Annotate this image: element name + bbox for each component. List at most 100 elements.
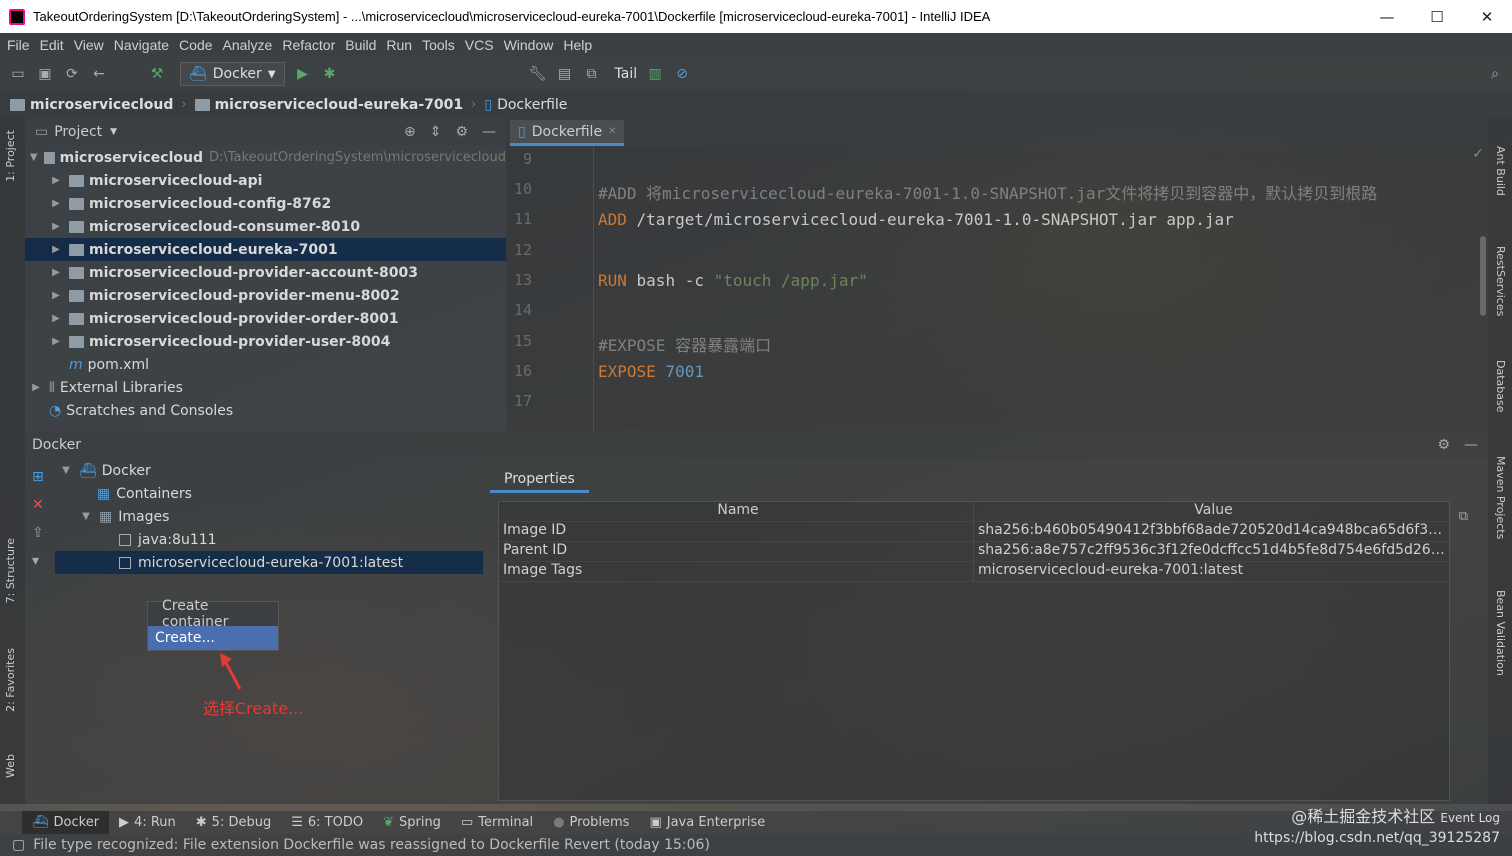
gear-icon[interactable]: ⚙ — [455, 124, 468, 140]
sync-icon[interactable]: ⟳ — [63, 65, 81, 83]
breadcrumb-item[interactable]: ▯ Dockerfile — [484, 97, 567, 113]
tab-problems[interactable]: ● Problems — [543, 811, 639, 834]
tree-root[interactable]: ▼ microservicecloud D:\TakeoutOrderingSy… — [25, 146, 506, 169]
code-line-13[interactable]: RUN bash -c "touch /app.jar" — [598, 271, 868, 290]
collapsed-arrow-icon[interactable]: ▶ — [49, 244, 63, 255]
editor-scrollbar[interactable] — [1480, 236, 1486, 316]
filter-icon[interactable]: ▾ — [32, 553, 39, 569]
menu-run[interactable]: Run — [383, 37, 419, 53]
collapsed-arrow-icon[interactable]: ▶ — [49, 313, 63, 324]
deploy-icon[interactable]: ⇪ — [32, 525, 44, 541]
tab-maven-projects[interactable]: Maven Projects — [1494, 456, 1507, 539]
docker-images[interactable]: ▼ ▦ Images — [55, 505, 483, 528]
expand-arrow-icon[interactable]: ▼ — [59, 465, 73, 476]
debug-icon[interactable]: ✱ — [321, 65, 339, 83]
collapsed-arrow-icon[interactable]: ▶ — [49, 221, 63, 232]
chevron-down-icon[interactable]: ▼ — [110, 127, 117, 137]
menu-window[interactable]: Window — [501, 37, 561, 53]
project-view-selector[interactable]: Project — [54, 124, 102, 140]
breadcrumb-item[interactable]: microservicecloud-eureka-7001 — [194, 97, 463, 113]
table-row[interactable]: Image ID sha256:b460b05490412f3bbf68ade7… — [499, 522, 1449, 542]
wrench-icon[interactable]: 🔧︎ — [529, 65, 547, 83]
minimize-button[interactable]: — — [1362, 0, 1412, 33]
tab-java-enterprise[interactable]: ▣ Java Enterprise — [639, 811, 775, 834]
table-row[interactable]: Parent ID sha256:a8e757c2ff9536c3f12fe0d… — [499, 542, 1449, 562]
hide-icon[interactable]: — — [482, 124, 496, 140]
column-header-value[interactable]: Value — [974, 502, 1449, 521]
code-line-16[interactable]: EXPOSE 7001 — [598, 362, 704, 381]
tab-web[interactable]: Web — [4, 754, 17, 778]
tab-rest-services[interactable]: RestServices — [1494, 246, 1507, 316]
save-icon[interactable]: ▣ — [36, 65, 54, 83]
event-log-button[interactable]: Event Log — [1440, 811, 1500, 825]
open-folder-icon[interactable]: ▭ — [9, 65, 27, 83]
collapsed-arrow-icon[interactable]: ▶ — [49, 198, 63, 209]
collapsed-arrow-icon[interactable]: ▶ — [49, 267, 63, 278]
tab-ant-build[interactable]: Ant Build — [1494, 146, 1507, 196]
docker-image-item[interactable]: java:8u111 — [55, 528, 483, 551]
docker-containers[interactable]: ▦ Containers — [55, 482, 483, 505]
menu-analyze[interactable]: Analyze — [220, 37, 280, 53]
code-line-10[interactable]: #ADD 将microservicecloud-eureka-7001-1.0-… — [598, 180, 1377, 204]
tree-module[interactable]: ▶ microservicecloud-consumer-8010 — [25, 215, 506, 238]
collapse-icon[interactable]: ⇕ — [430, 124, 442, 140]
menu-refactor[interactable]: Refactor — [279, 37, 342, 53]
sdk-icon[interactable]: ⧉ — [583, 65, 601, 83]
project-structure-icon[interactable]: ▤ — [556, 65, 574, 83]
tab-run[interactable]: ▶ 4: Run — [109, 811, 186, 834]
expand-arrow-icon[interactable]: ▼ — [29, 152, 38, 163]
menu-navigate[interactable]: Navigate — [111, 37, 176, 53]
menu-tools[interactable]: Tools — [419, 37, 462, 53]
add-connection-icon[interactable]: ⊞ — [32, 469, 44, 485]
menu-vcs[interactable]: VCS — [462, 37, 501, 53]
tree-module[interactable]: ▶ microservicecloud-config-8762 — [25, 192, 506, 215]
tab-database[interactable]: Database — [1494, 360, 1507, 413]
tree-module[interactable]: ▶ microservicecloud-provider-user-8004 — [25, 330, 506, 353]
docker-image-item-selected[interactable]: microservicecloud-eureka-7001:latest — [55, 551, 483, 574]
collapsed-arrow-icon[interactable]: ▶ — [49, 336, 63, 347]
search-icon[interactable]: ⌕ — [1486, 65, 1504, 83]
expand-arrow-icon[interactable]: ▼ — [79, 511, 93, 522]
tab-structure[interactable]: 7: Structure — [4, 538, 17, 603]
breadcrumb-item[interactable]: microservicecloud — [10, 97, 173, 113]
status-toggle-icon[interactable]: ▢ — [12, 837, 25, 853]
tab-todo[interactable]: ☰ 6: TODO — [281, 811, 373, 834]
tree-module[interactable]: ▶ microservicecloud-provider-account-8003 — [25, 261, 506, 284]
collapsed-arrow-icon[interactable]: ▶ — [49, 290, 63, 301]
tree-module[interactable]: ▶ microservicecloud-provider-menu-8002 — [25, 284, 506, 307]
docker-root[interactable]: ▼ ⛴ Docker — [55, 459, 483, 482]
tree-module-selected[interactable]: ▶ microservicecloud-eureka-7001 — [25, 238, 506, 261]
tab-properties[interactable]: Properties — [490, 467, 589, 493]
disable-icon[interactable]: ⊘ — [673, 65, 691, 83]
remove-icon[interactable]: ✕ — [32, 497, 44, 513]
run-config-combo[interactable]: ⛴ Docker ▼ — [180, 62, 285, 86]
tail-button[interactable]: Tail — [615, 66, 638, 82]
close-tab-icon[interactable]: ✕ — [608, 126, 616, 137]
close-button[interactable]: ✕ — [1462, 0, 1512, 33]
back-icon[interactable]: ← — [90, 65, 108, 83]
code-line-15[interactable]: #EXPOSE 容器暴露端口 — [598, 332, 771, 356]
menu-edit[interactable]: Edit — [37, 37, 71, 53]
menu-help[interactable]: Help — [560, 37, 599, 53]
monitor-icon[interactable]: ▥ — [646, 65, 664, 83]
tree-module[interactable]: ▶ microservicecloud-api — [25, 169, 506, 192]
menu-file[interactable]: File — [4, 37, 37, 53]
menu-build[interactable]: Build — [342, 37, 383, 53]
tab-debug[interactable]: ✱ 5: Debug — [186, 811, 281, 834]
hide-icon[interactable]: — — [1464, 437, 1478, 453]
menu-view[interactable]: View — [71, 37, 111, 53]
maximize-button[interactable]: ☐ — [1412, 0, 1462, 33]
tab-spring[interactable]: ❦ Spring — [373, 811, 451, 834]
tab-terminal[interactable]: ▭ Terminal — [451, 811, 543, 834]
code-line-11[interactable]: ADD /target/microservicecloud-eureka-700… — [598, 210, 1234, 229]
tab-docker[interactable]: ⛴ Docker — [22, 811, 110, 834]
tree-module[interactable]: ▶ microservicecloud-provider-order-8001 — [25, 307, 506, 330]
copy-icon[interactable]: ⧉ — [1459, 509, 1468, 524]
column-header-name[interactable]: Name — [499, 502, 974, 521]
collapsed-arrow-icon[interactable]: ▶ — [29, 382, 43, 393]
tab-project[interactable]: 1: Project — [4, 130, 17, 182]
menu-code[interactable]: Code — [176, 37, 219, 53]
tab-dockerfile[interactable]: ▯ Dockerfile ✕ — [510, 120, 625, 146]
collapsed-arrow-icon[interactable]: ▶ — [49, 175, 63, 186]
tab-favorites[interactable]: 2: Favorites — [4, 648, 17, 712]
